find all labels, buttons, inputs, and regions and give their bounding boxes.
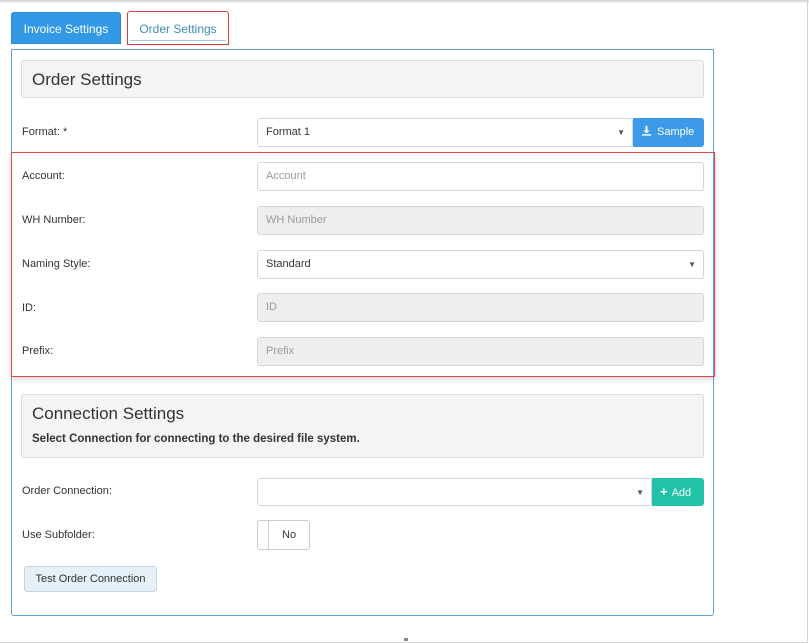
account-label: Account: xyxy=(22,170,65,182)
wh-number-placeholder: WH Number xyxy=(266,214,327,226)
order-connection-label: Order Connection: xyxy=(22,485,112,497)
use-subfolder-label: Use Subfolder: xyxy=(22,529,95,541)
naming-style-value: Standard xyxy=(266,258,311,270)
order-settings-title: Order Settings xyxy=(32,70,142,89)
order-connection-select[interactable]: ▼ xyxy=(257,478,652,506)
connection-settings-title: Connection Settings xyxy=(32,404,185,423)
connection-settings-subtitle: Select Connection for connecting to the … xyxy=(32,433,360,445)
add-connection-button[interactable]: + Add xyxy=(652,478,704,506)
toggle-handle xyxy=(258,521,269,549)
chevron-down-icon: ▼ xyxy=(636,488,644,497)
tab-order-settings[interactable]: Order Settings xyxy=(127,11,229,45)
plus-icon: + xyxy=(660,484,668,499)
prefix-input[interactable]: Prefix xyxy=(257,337,704,366)
use-subfolder-value: No xyxy=(282,529,297,541)
download-icon xyxy=(641,125,652,136)
id-label: ID: xyxy=(22,302,37,314)
naming-style-select[interactable]: Standard ▼ xyxy=(257,250,704,279)
format-label: Format: * xyxy=(22,126,68,138)
id-input[interactable]: ID xyxy=(257,293,704,322)
order-settings-header: Order Settings xyxy=(21,60,704,98)
tab-invoice-settings[interactable]: Invoice Settings xyxy=(11,12,121,44)
connection-settings-header: Connection Settings Select Connection fo… xyxy=(21,394,704,458)
account-input[interactable]: Account xyxy=(257,162,704,191)
wh-number-label: WH Number: xyxy=(22,214,86,226)
account-placeholder: Account xyxy=(266,170,306,182)
format-select[interactable]: Format 1 ▼ xyxy=(257,118,633,147)
scroll-marker xyxy=(404,638,408,641)
prefix-placeholder: Prefix xyxy=(266,345,295,357)
naming-style-label: Naming Style: xyxy=(22,258,91,270)
chevron-down-icon: ▼ xyxy=(617,128,625,137)
add-button-label: Add xyxy=(671,487,692,499)
prefix-label: Prefix: xyxy=(22,345,54,357)
test-order-connection-button[interactable]: Test Order Connection xyxy=(24,566,157,592)
sample-button[interactable]: Sample xyxy=(633,118,704,147)
sample-button-label: Sample xyxy=(657,126,695,138)
use-subfolder-toggle[interactable]: No xyxy=(257,520,310,550)
id-placeholder: ID xyxy=(266,301,277,313)
wh-number-input[interactable]: WH Number xyxy=(257,206,704,235)
format-select-value: Format 1 xyxy=(266,126,311,138)
chevron-down-icon: ▼ xyxy=(688,260,696,269)
